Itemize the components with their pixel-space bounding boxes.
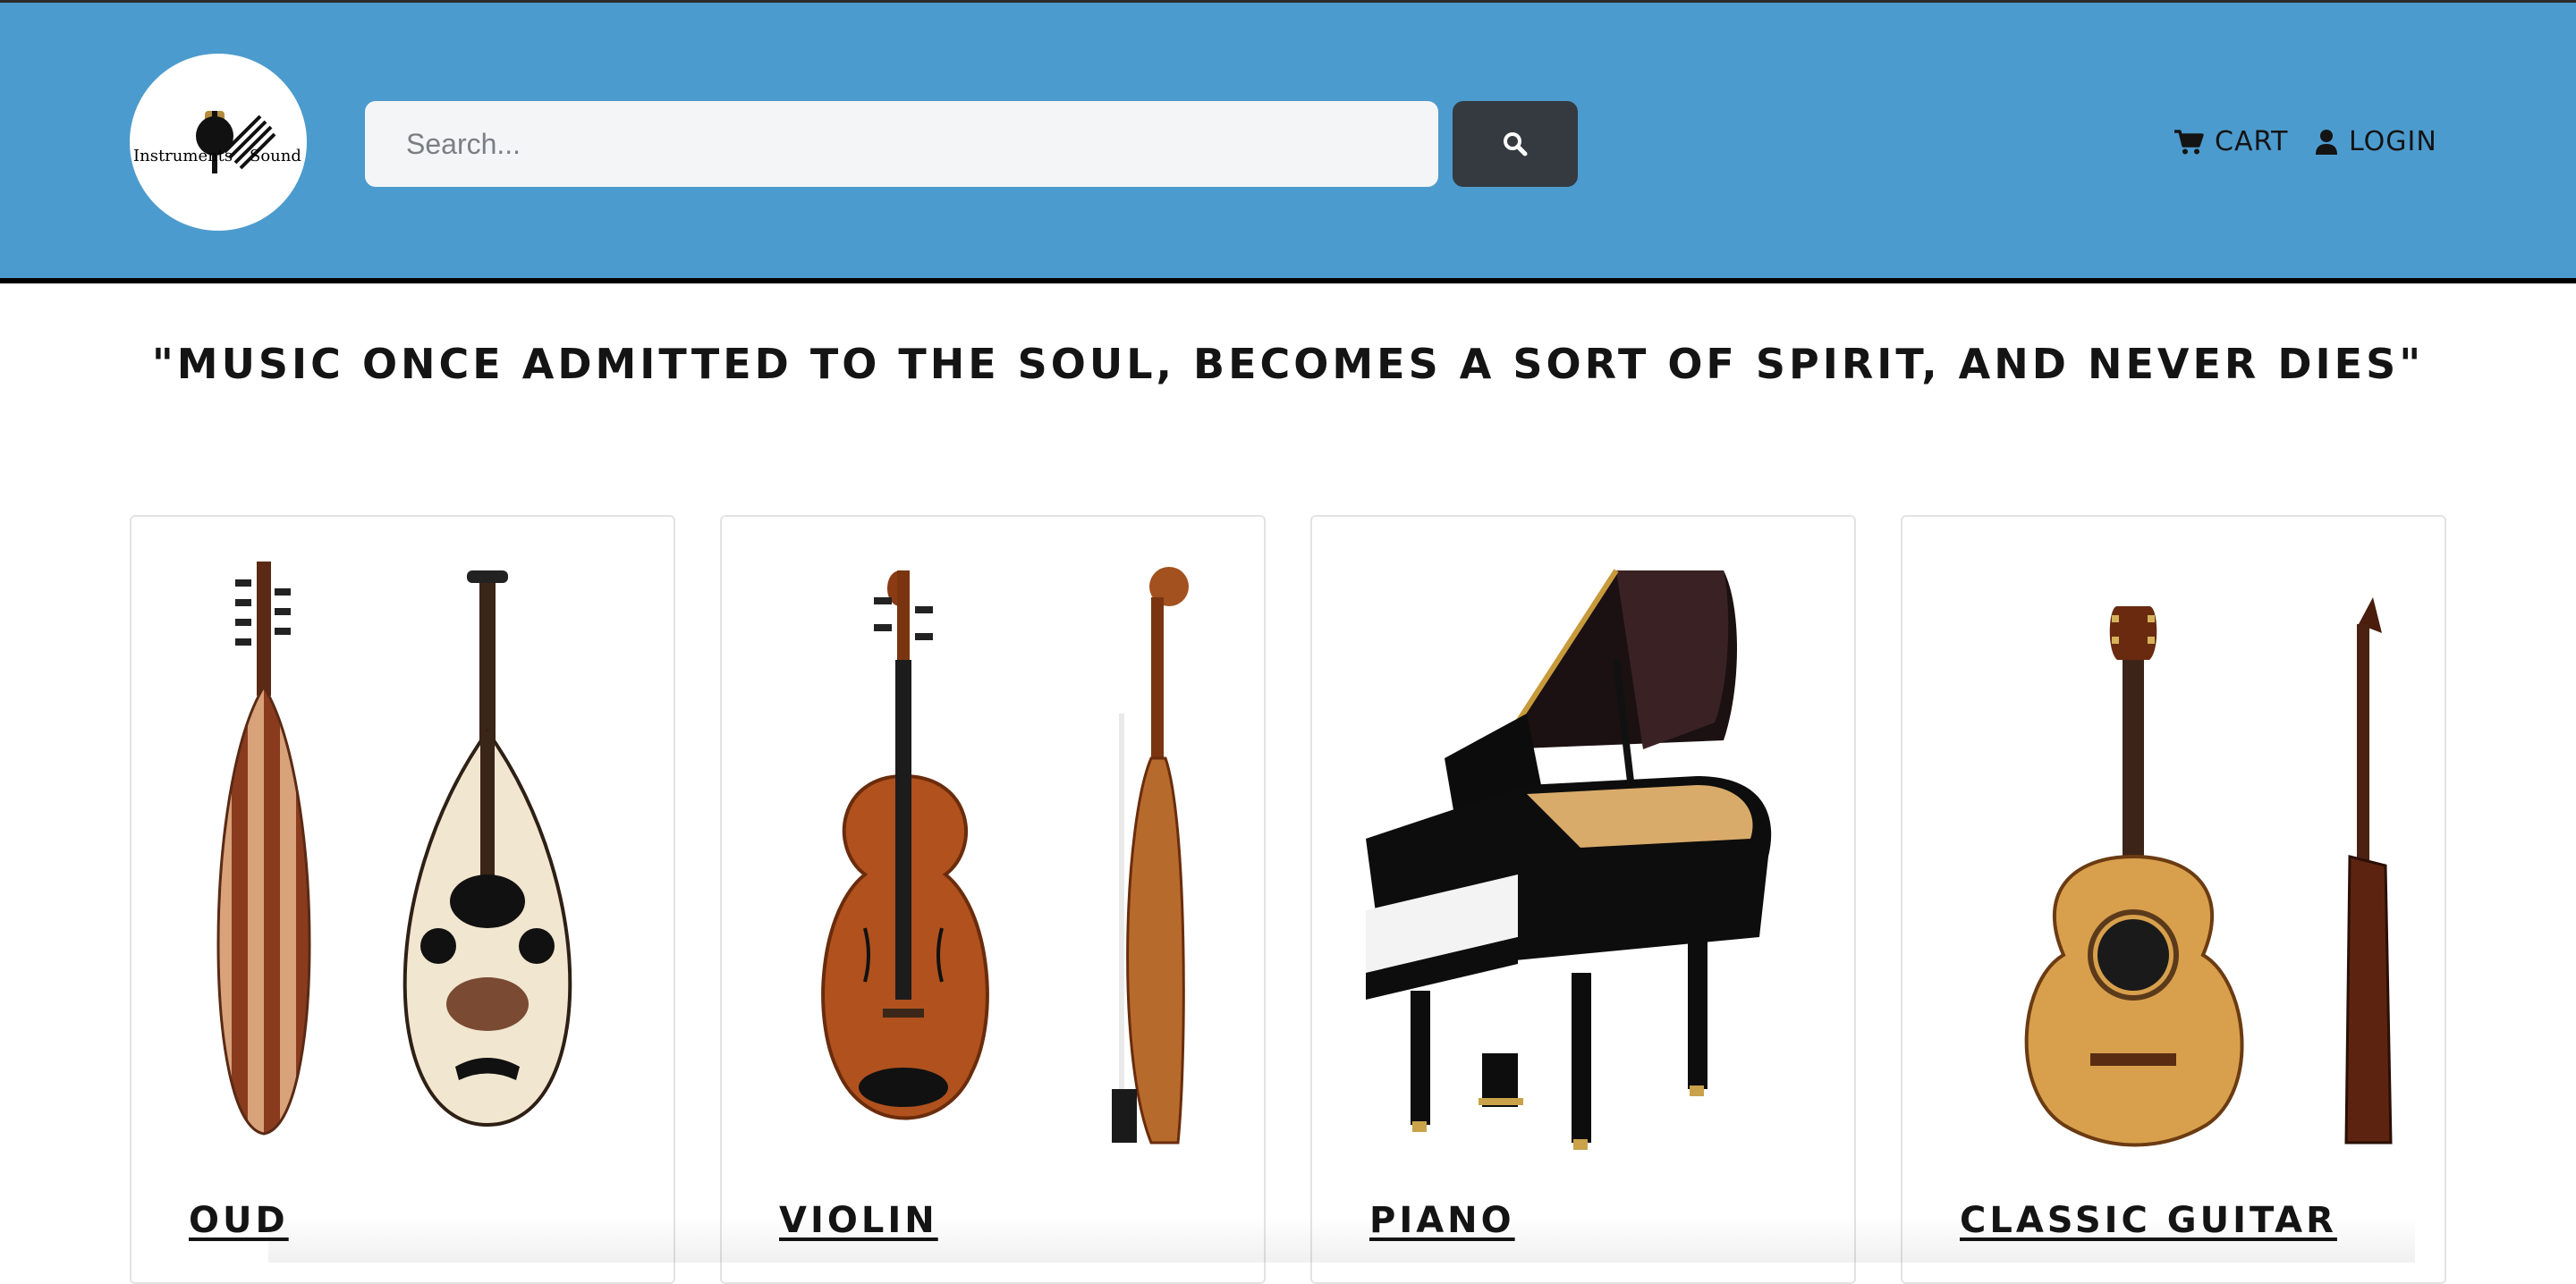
oud-image — [216, 562, 572, 1136]
product-title-oud[interactable]: OUD — [189, 1200, 289, 1241]
classic-guitar-image — [2024, 597, 2393, 1147]
logo-text-left: Instruments — [133, 147, 233, 165]
login-link[interactable]: LOGIN — [2315, 126, 2437, 157]
cart-link[interactable]: CART — [2174, 126, 2288, 157]
login-label: LOGIN — [2349, 126, 2437, 157]
product-card-oud[interactable]: OUD — [130, 515, 675, 1284]
product-title-violin[interactable]: VIOLIN — [779, 1200, 938, 1241]
site-header: Instruments Sound CART LOGIN — [0, 3, 2576, 283]
search-icon — [1504, 132, 1528, 156]
search-button[interactable] — [1453, 101, 1578, 187]
user-icon — [2316, 129, 2337, 155]
logo-text-right: Sound — [250, 147, 301, 165]
violin-image — [821, 567, 1189, 1145]
piano-image — [1366, 569, 1772, 1150]
search-input[interactable] — [365, 101, 1438, 187]
product-card-piano[interactable]: PIANO — [1310, 515, 1856, 1284]
product-title-piano[interactable]: PIANO — [1369, 1200, 1515, 1241]
site-logo[interactable]: Instruments Sound — [130, 54, 307, 231]
product-title-classic-guitar[interactable]: CLASSIC GUITAR — [1960, 1200, 2337, 1241]
cart-label: CART — [2215, 126, 2289, 157]
product-card-violin[interactable]: VIOLIN — [720, 515, 1266, 1284]
product-card-classic-guitar[interactable]: CLASSIC GUITAR — [1901, 515, 2446, 1284]
cart-icon — [2174, 129, 2204, 154]
guitar-logo-icon — [196, 111, 276, 173]
hero-quote: "MUSIC ONCE ADMITTED TO THE SOUL, BECOME… — [151, 340, 2425, 388]
